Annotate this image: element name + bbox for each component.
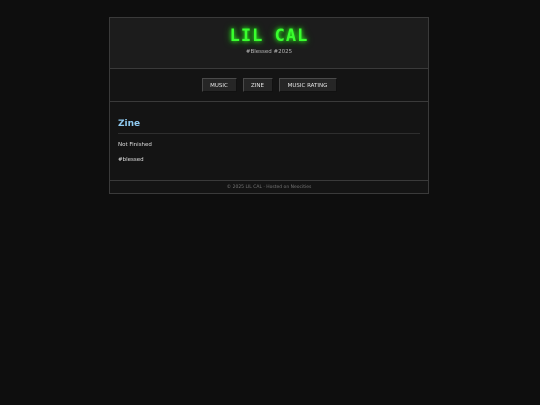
main-content: Zine Not Finished #blessed — [110, 102, 428, 181]
page-title: Zine — [118, 118, 420, 134]
site-title: LIL CAL — [229, 26, 309, 46]
content-paragraph: Not Finished — [118, 142, 152, 148]
nav-zine-button[interactable]: ZINE — [242, 78, 273, 92]
site-tagline: #Blessed #2025 — [245, 49, 293, 55]
nav-music-rating-button[interactable]: MUSIC RATING — [278, 78, 337, 92]
nav-music-button[interactable]: MUSIC — [201, 78, 237, 92]
site-header: LIL CAL #Blessed #2025 — [110, 18, 428, 69]
nav-bar: MUSIC ZINE MUSIC RATING — [110, 69, 428, 102]
site-footer: © 2025 LIL CAL · Hosted on Neocities — [226, 185, 312, 190]
site-container: LIL CAL #Blessed #2025 MUSIC ZINE MUSIC … — [109, 17, 429, 194]
content-paragraph: #blessed — [118, 157, 144, 163]
